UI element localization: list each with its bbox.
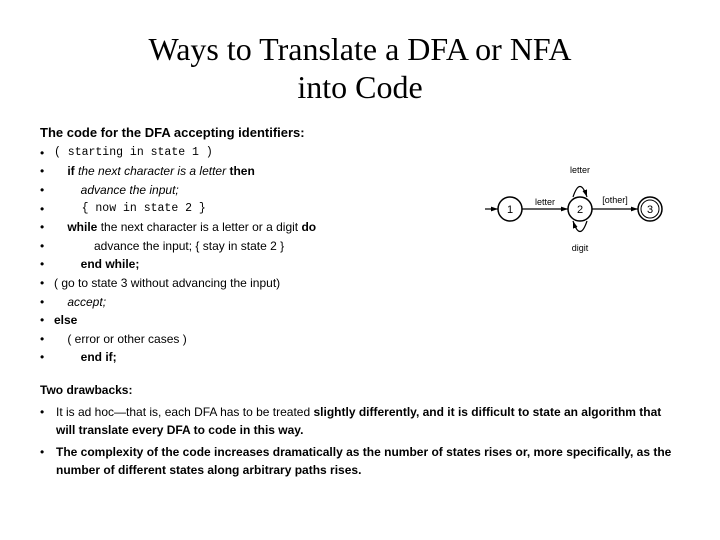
self-loop-letter-label: letter xyxy=(570,165,590,175)
list-item: • ( go to state 3 without advancing the … xyxy=(40,274,470,293)
state-3-label: 3 xyxy=(647,204,653,216)
bullet: • xyxy=(40,237,50,256)
code-list: • ( starting in state 1 ) • if the next … xyxy=(40,144,470,367)
list-item: • accept; xyxy=(40,293,470,312)
list-item: • else xyxy=(40,311,470,330)
page: Ways to Translate a DFA or NFA into Code… xyxy=(0,0,720,540)
self-loop-digit-label: digit xyxy=(572,243,589,253)
drawbacks-label: Two drawbacks: xyxy=(40,381,680,399)
bullet: • xyxy=(40,311,50,330)
page-title: Ways to Translate a DFA or NFA into Code xyxy=(40,30,680,107)
bullet: • xyxy=(40,144,50,163)
drawback-2-text: The complexity of the code increases dra… xyxy=(56,443,680,479)
list-item: • while the next character is a letter o… xyxy=(40,218,470,237)
list-item: • { now in state 2 } xyxy=(40,200,470,219)
bullet: • xyxy=(40,403,50,439)
bullet: • xyxy=(40,255,50,274)
list-item: • advance the input; { stay in state 2 } xyxy=(40,237,470,256)
drawback-1-text: It is ad hoc—that is, each DFA has to be… xyxy=(56,403,680,439)
edge-other-label: [other] xyxy=(602,195,628,205)
bullet: • xyxy=(40,274,50,293)
content-area: • ( starting in state 1 ) • if the next … xyxy=(40,144,680,367)
list-item: • end if; xyxy=(40,348,470,367)
bullet: • xyxy=(40,443,50,479)
edge-letter-label: letter xyxy=(535,197,555,207)
list-item: • end while; xyxy=(40,255,470,274)
bullet: • xyxy=(40,330,50,349)
drawbacks-section: Two drawbacks: • It is ad hoc—that is, e… xyxy=(40,381,680,479)
drawbacks-list: • It is ad hoc—that is, each DFA has to … xyxy=(40,403,680,479)
dfa-diagram: 1 letter 2 letter [other] 3 d xyxy=(480,154,680,264)
code-section-label: The code for the DFA accepting identifie… xyxy=(40,125,680,140)
state-1-label: 1 xyxy=(507,204,513,216)
bullet: • xyxy=(40,200,50,219)
bullet: • xyxy=(40,293,50,312)
list-item: • ( starting in state 1 ) xyxy=(40,144,470,163)
list-item: • advance the input; xyxy=(40,181,470,200)
bullet: • xyxy=(40,162,50,181)
dfa-svg: 1 letter 2 letter [other] 3 d xyxy=(480,154,680,264)
bullet: • xyxy=(40,218,50,237)
list-item: • It is ad hoc—that is, each DFA has to … xyxy=(40,403,680,439)
bullet: • xyxy=(40,181,50,200)
code-items: • ( starting in state 1 ) • if the next … xyxy=(40,144,470,367)
list-item: • if the next character is a letter then xyxy=(40,162,470,181)
list-item: • ( error or other cases ) xyxy=(40,330,470,349)
state-2-label: 2 xyxy=(577,204,583,216)
bullet: • xyxy=(40,348,50,367)
list-item: • The complexity of the code increases d… xyxy=(40,443,680,479)
